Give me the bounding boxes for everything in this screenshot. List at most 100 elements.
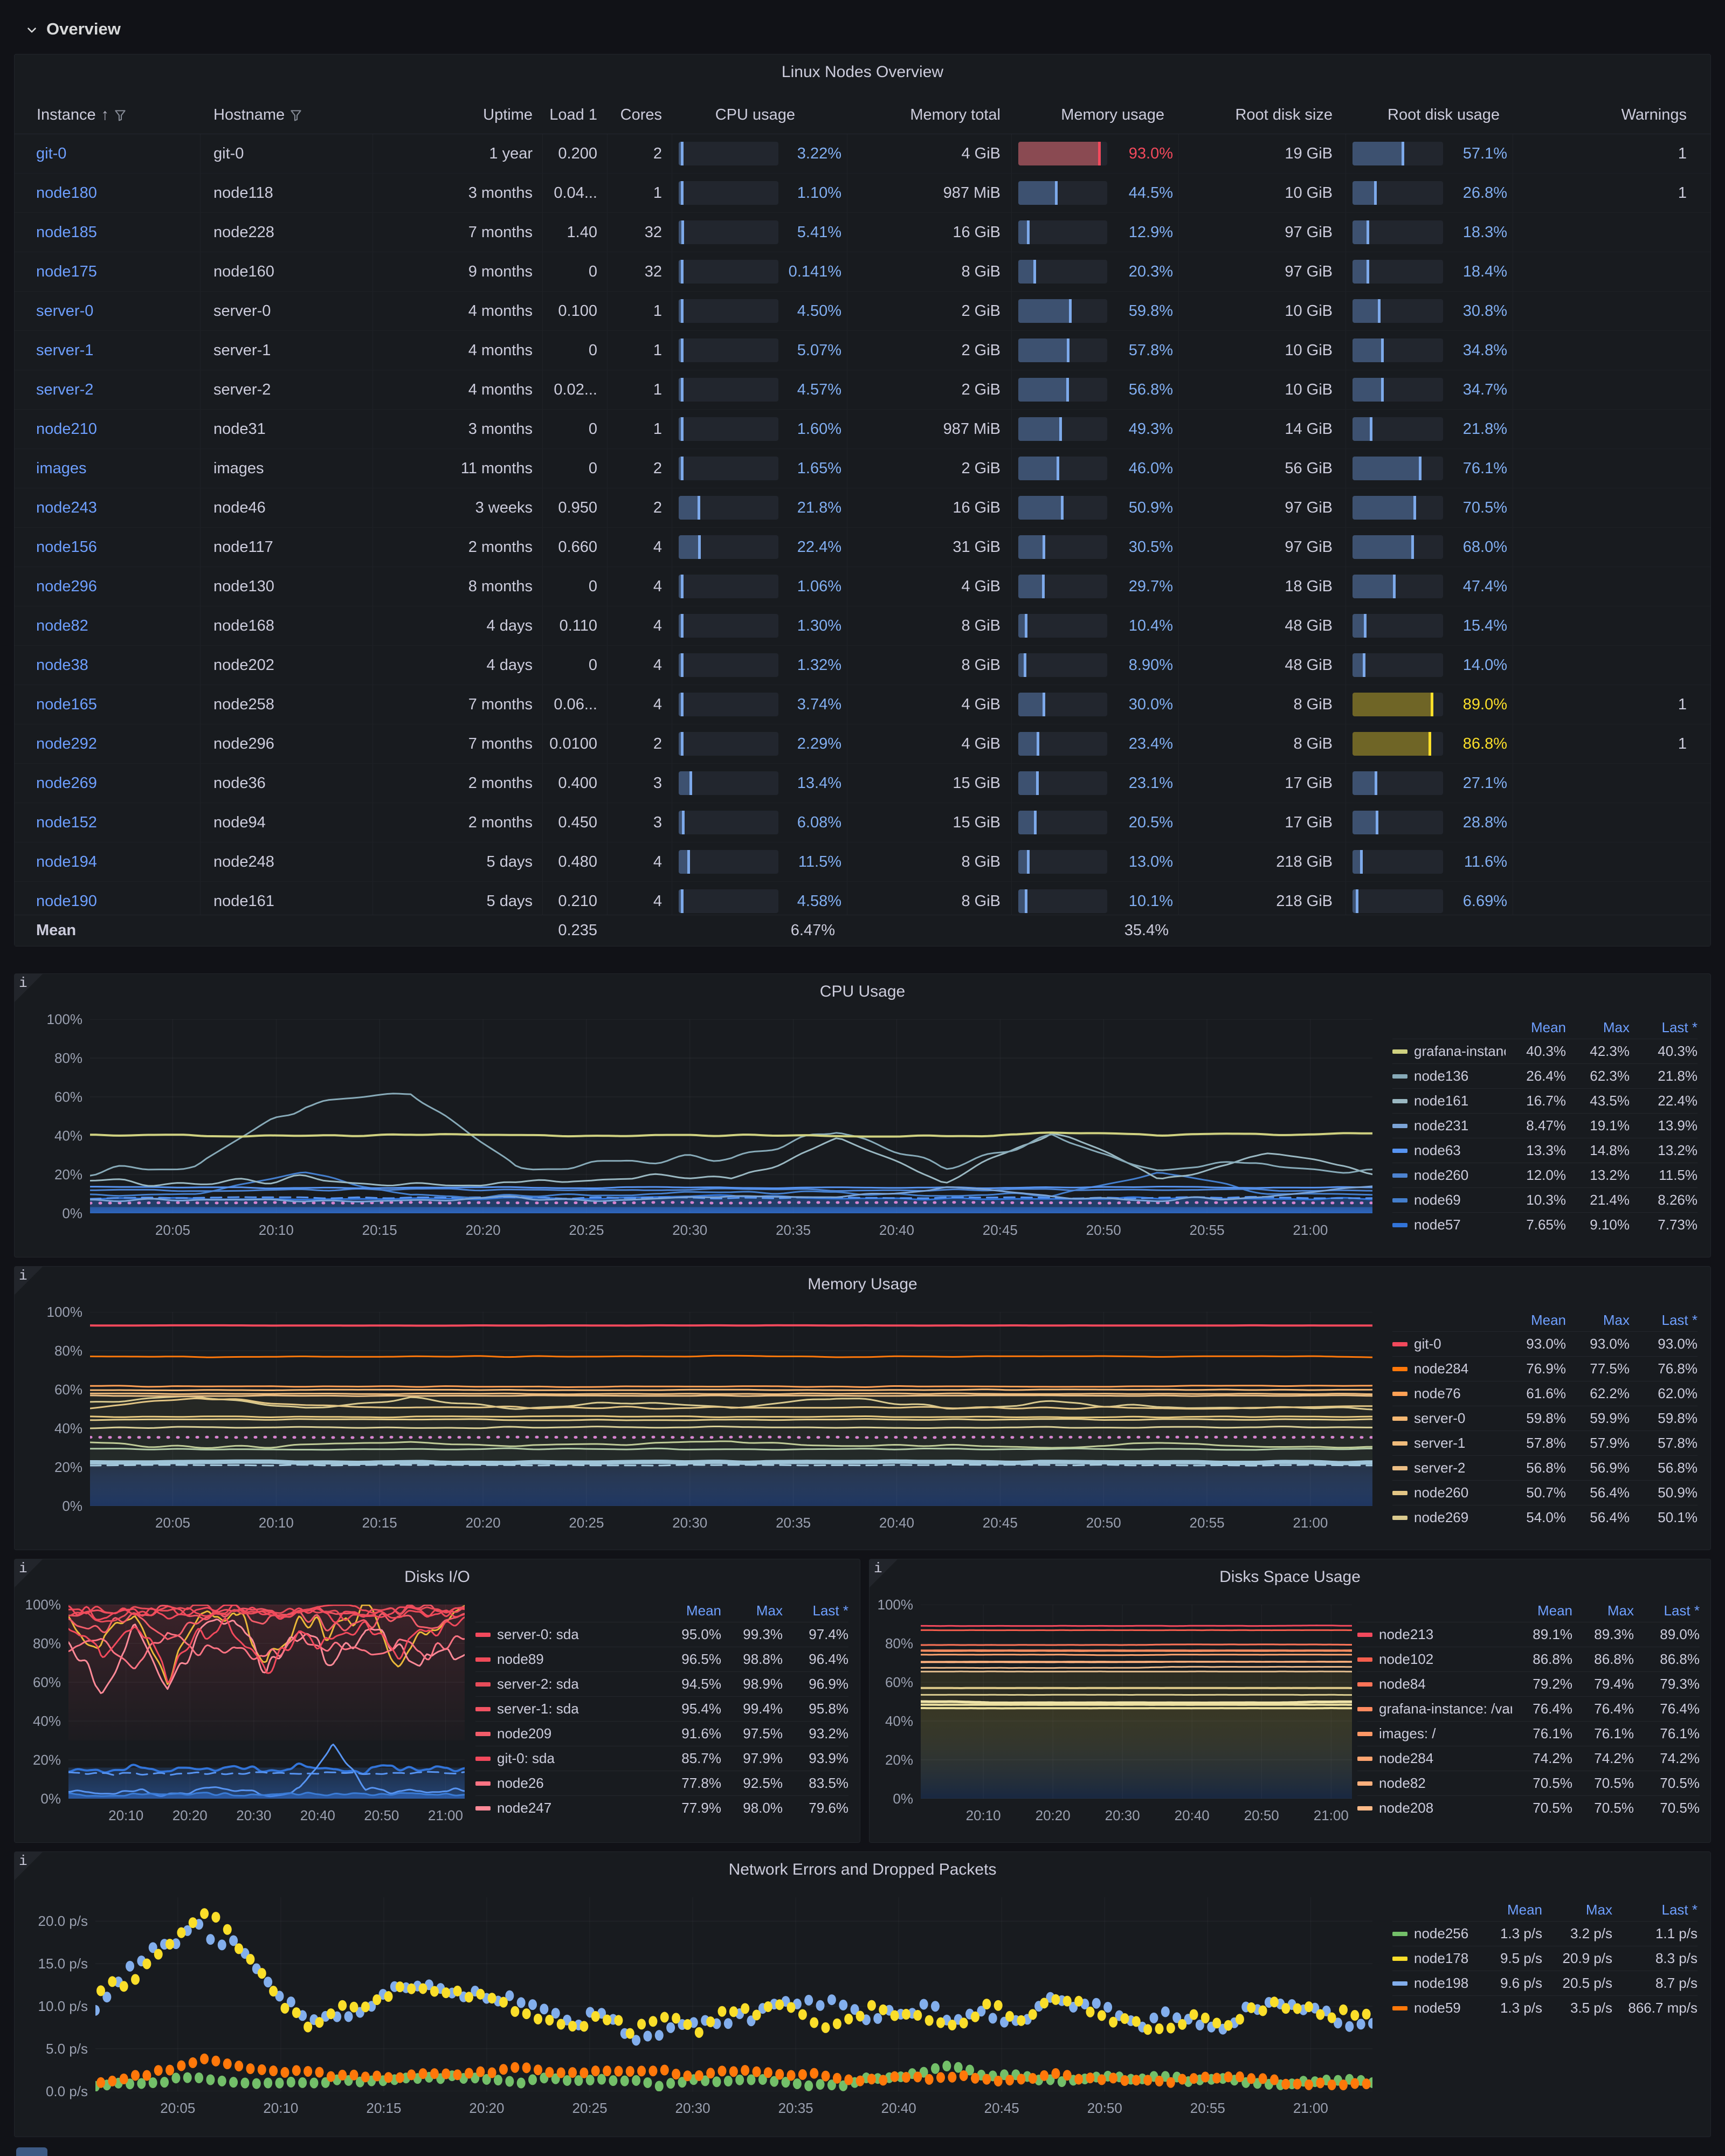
memory-usage-plot[interactable]: 0%20%40%60%80%100%20:0520:1020:1520:2020… — [90, 1312, 1372, 1506]
legend-series-toggle[interactable]: node76 — [1392, 1385, 1506, 1402]
network-errors-plot[interactable]: 0.0 p/s5.0 p/s10.0 p/s15.0 p/s20.0 p/s20… — [95, 1897, 1372, 2091]
funnel-icon[interactable] — [114, 109, 126, 121]
column-header-root-disk-size[interactable]: Root disk size — [1178, 96, 1346, 134]
legend-series-toggle[interactable]: server-0: sda — [475, 1626, 661, 1643]
legend-column-last[interactable]: Last * — [1630, 1312, 1698, 1329]
legend-series-toggle[interactable]: node26 — [475, 1775, 661, 1792]
legend-column-last[interactable]: Last * — [1630, 1019, 1698, 1036]
legend-series-toggle[interactable]: node260 — [1392, 1167, 1506, 1184]
panel-title[interactable]: Memory Usage — [15, 1275, 1710, 1294]
legend-column-last[interactable]: Last * — [1612, 1902, 1698, 1918]
instance-link[interactable]: node180 — [36, 184, 97, 202]
instance-link[interactable]: images — [36, 460, 87, 478]
y-axis-label: 100% — [13, 1304, 82, 1321]
legend-series-toggle[interactable]: grafana-instance — [1392, 1043, 1506, 1060]
legend-column-max[interactable]: Max — [1572, 1602, 1634, 1619]
legend-series-toggle[interactable]: node198 — [1392, 1975, 1482, 1992]
panel-title[interactable]: Linux Nodes Overview — [15, 63, 1710, 81]
instance-link[interactable]: node185 — [36, 224, 97, 241]
legend-series-toggle[interactable]: server-0 — [1392, 1410, 1506, 1427]
legend-series-toggle[interactable]: server-1: sda — [475, 1701, 661, 1717]
instance-link[interactable]: node292 — [36, 735, 97, 753]
legend-column-mean[interactable]: Mean — [1482, 1902, 1542, 1918]
panel-title[interactable]: Disks I/O — [15, 1568, 860, 1586]
legend-series-toggle[interactable]: node284 — [1392, 1360, 1506, 1377]
legend-series-toggle[interactable]: server-2: sda — [475, 1676, 661, 1692]
instance-link[interactable]: node269 — [36, 775, 97, 792]
legend-series-toggle[interactable]: node69 — [1392, 1192, 1506, 1208]
instance-link[interactable]: node243 — [36, 499, 97, 517]
legend-column-mean[interactable]: Mean — [661, 1602, 721, 1619]
legend-series-toggle[interactable]: git-0: sda — [475, 1750, 661, 1767]
legend-series-toggle[interactable]: node57 — [1392, 1217, 1506, 1233]
legend-column-max[interactable]: Max — [721, 1602, 783, 1619]
legend-column-mean[interactable]: Mean — [1512, 1602, 1572, 1619]
legend-series-toggle[interactable]: node63 — [1392, 1142, 1506, 1159]
uptime-cell: 2 months — [372, 764, 542, 803]
column-header-memory-total[interactable]: Memory total — [847, 96, 1011, 134]
column-header-load-1[interactable]: Load 1 — [542, 96, 607, 134]
legend-series-toggle[interactable]: node209 — [475, 1725, 661, 1742]
column-header-root-disk-usage[interactable]: Root disk usage — [1346, 96, 1513, 134]
legend-series-toggle[interactable]: node213 — [1357, 1626, 1512, 1643]
legend-series-toggle[interactable]: node247 — [475, 1800, 661, 1816]
instance-link[interactable]: node296 — [36, 578, 97, 596]
legend-series-toggle[interactable]: server-1 — [1392, 1435, 1506, 1452]
instance-link[interactable]: node194 — [36, 853, 97, 871]
disks-io-plot[interactable]: 0%20%40%60%80%100%20:1020:2020:3020:4020… — [68, 1605, 465, 1799]
legend-column-mean[interactable]: Mean — [1506, 1019, 1566, 1036]
legend-series-toggle[interactable]: node89 — [475, 1651, 661, 1668]
disks-space-usage-plot[interactable]: 0%20%40%60%80%100%20:1020:2020:3020:4020… — [921, 1605, 1352, 1799]
legend-column-mean[interactable]: Mean — [1506, 1312, 1566, 1329]
instance-link[interactable]: node165 — [36, 696, 97, 714]
legend-series-toggle[interactable]: git-0 — [1392, 1336, 1506, 1352]
column-header-cores[interactable]: Cores — [607, 96, 672, 134]
panel-title[interactable]: Disks Space Usage — [870, 1568, 1710, 1586]
instance-link[interactable]: node152 — [36, 814, 97, 832]
legend-series-toggle[interactable]: node136 — [1392, 1068, 1506, 1084]
instance-link[interactable]: node82 — [36, 617, 88, 635]
legend-series-toggle[interactable]: node102 — [1357, 1651, 1512, 1668]
column-header-instance[interactable]: Instance↑ — [15, 96, 200, 134]
legend-series-toggle[interactable]: node260 — [1392, 1484, 1506, 1501]
legend-series-toggle[interactable]: images: / — [1357, 1725, 1512, 1742]
legend-series-toggle[interactable]: node161 — [1392, 1093, 1506, 1109]
instance-link[interactable]: node190 — [36, 893, 97, 910]
panel-title[interactable]: Network Errors and Dropped Packets — [15, 1861, 1710, 1879]
legend-series-toggle[interactable]: node59 — [1392, 2000, 1482, 2016]
legend-column-last[interactable]: Last * — [783, 1602, 848, 1619]
instance-link[interactable]: node175 — [36, 263, 97, 281]
legend-column-last[interactable]: Last * — [1634, 1602, 1700, 1619]
legend-series-toggle[interactable]: node256 — [1392, 1925, 1482, 1942]
legend-series-toggle[interactable]: node231 — [1392, 1117, 1506, 1134]
instance-link[interactable]: node210 — [36, 420, 97, 438]
instance-link[interactable]: node38 — [36, 657, 88, 674]
legend-series-toggle[interactable]: node178 — [1392, 1950, 1482, 1967]
column-header-uptime[interactable]: Uptime — [372, 96, 542, 134]
legend-series-toggle[interactable]: node269 — [1392, 1509, 1506, 1526]
legend-series-toggle[interactable]: server-2 — [1392, 1460, 1506, 1476]
instance-link[interactable]: git-0 — [36, 145, 66, 163]
legend-column-max[interactable]: Max — [1542, 1902, 1612, 1918]
legend-series-toggle[interactable]: node84 — [1357, 1676, 1512, 1692]
column-header-cpu-usage[interactable]: CPU usage — [672, 96, 847, 134]
cpu-usage-plot[interactable]: 0%20%40%60%80%100%20:0520:1020:1520:2020… — [90, 1019, 1372, 1213]
instance-link[interactable]: server-0 — [36, 302, 93, 320]
instance-link[interactable]: node156 — [36, 538, 97, 556]
legend-column-max[interactable]: Max — [1566, 1312, 1630, 1329]
column-header-warnings[interactable]: Warnings — [1513, 96, 1710, 134]
instance-link[interactable]: server-2 — [36, 381, 93, 399]
column-header-hostname[interactable]: Hostname — [200, 96, 372, 134]
legend-series-toggle[interactable]: node82 — [1357, 1775, 1512, 1792]
legend-column-max[interactable]: Max — [1566, 1019, 1630, 1036]
panel-title[interactable]: CPU Usage — [15, 983, 1710, 1001]
instance-link[interactable]: server-1 — [36, 342, 93, 360]
legend-series-toggle[interactable]: node284 — [1357, 1750, 1512, 1767]
row-header-overview[interactable]: Overview — [25, 19, 121, 39]
funnel-icon[interactable] — [290, 109, 302, 121]
legend-series-toggle[interactable]: node208 — [1357, 1800, 1512, 1816]
cores-cell: 3 — [607, 764, 672, 803]
column-header-memory-usage[interactable]: Memory usage — [1011, 96, 1178, 134]
legend-series-toggle[interactable]: grafana-instance: /var — [1357, 1701, 1512, 1717]
memory-usage-gauge-track — [1018, 850, 1107, 874]
